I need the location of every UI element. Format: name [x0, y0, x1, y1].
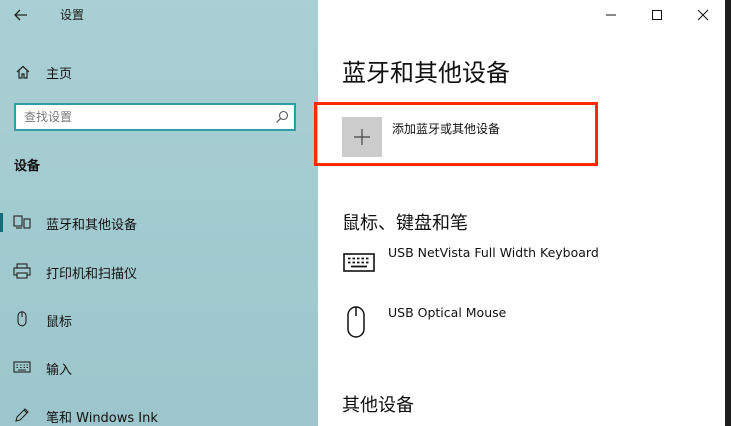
sidebar-item-mouse[interactable]: 鼠标: [0, 304, 318, 334]
home-icon: [16, 65, 30, 79]
pen-icon: [15, 408, 29, 422]
sidebar-item-label: 输入: [46, 363, 73, 378]
page-title: 蓝牙和其他设备: [342, 59, 510, 87]
close-button[interactable]: [680, 0, 726, 30]
mouse-icon: [347, 306, 365, 338]
bluetooth-devices-icon: [13, 215, 31, 229]
section-heading-input-devices: 鼠标、键盘和笔: [342, 213, 468, 234]
keyboard-icon: [343, 253, 375, 272]
printer-icon: [13, 263, 31, 279]
keyboard-icon: [13, 361, 31, 373]
add-device-label: 添加蓝牙或其他设备: [392, 122, 501, 136]
title-bar: 设置: [0, 0, 318, 30]
sidebar-item-label: 蓝牙和其他设备: [46, 218, 138, 233]
sidebar-item-pen[interactable]: 笔和 Windows Ink: [0, 400, 318, 426]
sidebar-item-label: 笔和 Windows Ink: [46, 411, 158, 426]
search-input[interactable]: [24, 108, 264, 126]
minimize-icon: [606, 14, 616, 16]
device-mouse[interactable]: USB Optical Mouse: [342, 305, 712, 349]
sidebar-item-home[interactable]: 主页: [0, 58, 318, 86]
sidebar-item-label: 打印机和扫描仪: [46, 267, 138, 282]
back-button[interactable]: [8, 4, 34, 26]
settings-window: 设置 主页 设备 蓝牙和其他设备: [0, 0, 731, 426]
search-box[interactable]: [14, 103, 296, 131]
maximize-icon: [652, 10, 662, 20]
window-edge: [725, 0, 731, 426]
maximize-button[interactable]: [634, 0, 680, 30]
device-name: USB NetVista Full Width Keyboard: [388, 245, 599, 260]
section-heading-other-devices: 其他设备: [342, 395, 414, 416]
sidebar-item-label: 主页: [46, 67, 73, 82]
close-icon: [697, 9, 709, 21]
sidebar-item-label: 鼠标: [46, 315, 73, 330]
sidebar-item-typing[interactable]: 输入: [0, 352, 318, 382]
device-keyboard[interactable]: USB NetVista Full Width Keyboard: [342, 245, 712, 289]
minimize-button[interactable]: [588, 0, 634, 30]
sidebar-item-bluetooth[interactable]: 蓝牙和其他设备: [0, 207, 318, 237]
add-device-button[interactable]: 添加蓝牙或其他设备: [342, 117, 582, 157]
sidebar-item-printers[interactable]: 打印机和扫描仪: [0, 256, 318, 286]
sidebar: 设置 主页 设备 蓝牙和其他设备: [0, 0, 318, 426]
plus-tile: [342, 117, 382, 157]
sidebar-section-heading: 设备: [14, 159, 41, 174]
device-name: USB Optical Mouse: [388, 305, 507, 320]
plus-icon: [354, 129, 370, 145]
mouse-icon: [17, 311, 27, 327]
app-title: 设置: [60, 8, 85, 22]
search-icon[interactable]: [274, 109, 290, 125]
back-arrow-icon: [14, 9, 27, 21]
